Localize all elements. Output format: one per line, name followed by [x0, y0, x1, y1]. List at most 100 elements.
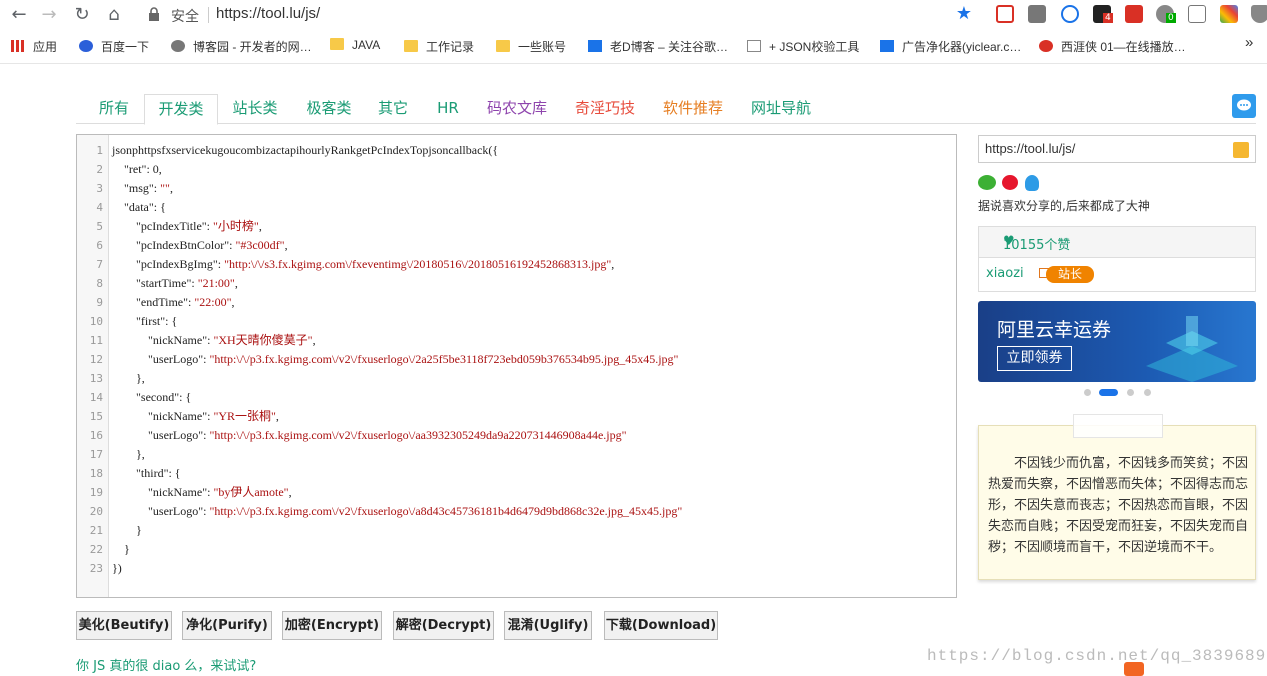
code-line[interactable]: "pcIndexBtnColor": "#3c00df", [112, 236, 288, 255]
bookmark-star-icon[interactable]: ★ [956, 3, 972, 24]
code-line[interactable]: "userLogo": "http:\/\/p3.fx.kgimg.com\/v… [112, 350, 678, 369]
gmail-icon[interactable] [996, 5, 1014, 23]
code-line[interactable]: "second": { [112, 388, 191, 407]
line-number: 15 [89, 410, 103, 423]
beautify-button[interactable]: 美化(Beutify) [76, 611, 172, 640]
send-icon[interactable] [1188, 5, 1206, 23]
code-line[interactable]: "msg": "", [112, 179, 173, 198]
chat-icon[interactable] [1232, 94, 1256, 118]
ad-banner[interactable]: 阿里云幸运券 立即领券 [978, 301, 1256, 382]
url-text[interactable]: https://tool.lu/js/ [216, 5, 320, 22]
download-icon[interactable] [1028, 5, 1046, 23]
quote-text: 不因钱少而仇富，不因钱多而笑贫；不因热爱而失察，不因憎恶而失体；不因得志而忘形，… [988, 456, 1249, 555]
home-icon[interactable]: ⌂ [103, 4, 125, 26]
try-link[interactable]: 你 JS 真的很 diao 么，来试试? [76, 655, 256, 674]
line-number: 23 [89, 562, 103, 575]
code-line[interactable]: }, [112, 445, 145, 464]
code-line[interactable]: "endTime": "22:00", [112, 293, 235, 312]
encrypt-button[interactable]: 加密(Encrypt) [282, 611, 382, 640]
code-line[interactable]: "data": { [112, 198, 166, 217]
code-token: "ret": 0, [112, 162, 162, 176]
code-token: "nickName": [112, 333, 214, 347]
code-line[interactable]: "userLogo": "http:\/\/p3.fx.kgimg.com\/v… [112, 502, 682, 521]
wechat-icon[interactable] [978, 175, 996, 190]
line-number: 6 [96, 239, 103, 252]
bookmark-adblock[interactable]: 广告净化器(yiclear.c… [880, 38, 1021, 55]
shield-icon[interactable] [1251, 5, 1267, 23]
google-icon[interactable] [1220, 5, 1238, 23]
back-icon[interactable]: ← [8, 4, 30, 26]
bookmark-work[interactable]: 工作记录 [404, 38, 474, 55]
qq-icon[interactable] [1025, 175, 1039, 191]
forward-icon[interactable]: → [38, 4, 60, 26]
purify-button[interactable]: 净化(Purify) [182, 611, 272, 640]
carousel-dot[interactable] [1084, 389, 1091, 396]
code-token: , [312, 333, 316, 347]
code-line[interactable]: "nickName": "XH天晴你傻茣子", [112, 331, 316, 350]
lock-icon [149, 7, 159, 21]
share-url-box[interactable]: https://tool.lu/js/ [978, 135, 1256, 163]
bookmark-java[interactable]: JAVA [330, 38, 380, 52]
likes-panel: ♥ 10155个赞 xiaozi 站长 [978, 226, 1256, 292]
tab-hr[interactable]: HR [430, 94, 466, 124]
code-line[interactable]: "pcIndexBgImg": "http:\/\/s3.fx.kgimg.co… [112, 255, 614, 274]
code-token: "data": { [112, 200, 166, 214]
bookmark-apps[interactable]: 应用 [11, 38, 57, 55]
tab-geek[interactable]: 极客类 [298, 94, 360, 124]
tab-tricks[interactable]: 奇淫巧技 [568, 94, 642, 124]
tab-other[interactable]: 其它 [370, 94, 416, 124]
bookmark-cnblogs[interactable]: 博客园 - 开发者的网… [171, 38, 312, 55]
tape-decoration [1073, 414, 1163, 438]
bookmark-accounts[interactable]: 一些账号 [496, 38, 566, 55]
extension-icon[interactable]: 4 [1093, 5, 1113, 23]
line-number: 8 [96, 277, 103, 290]
tab-navigation[interactable]: 网址导航 [744, 94, 818, 124]
ime-icon[interactable] [1124, 662, 1144, 676]
code-token: , [611, 257, 615, 271]
carousel-dot[interactable] [1144, 389, 1151, 396]
code-line[interactable]: "first": { [112, 312, 177, 331]
code-line[interactable]: "nickName": "YR一张桐", [112, 407, 279, 426]
code-line[interactable]: }) [112, 559, 122, 578]
bookmark-label: 博客园 - 开发者的网… [193, 40, 312, 54]
code-line[interactable]: "pcIndexTitle": "小时榜", [112, 217, 262, 236]
code-line[interactable]: }, [112, 369, 145, 388]
bookmarks-more[interactable]: » [1245, 34, 1253, 51]
feather-icon[interactable] [1061, 5, 1079, 23]
weibo-icon[interactable] [1002, 175, 1018, 190]
bookmark-video[interactable]: 西涯侠 01—在线播放… [1039, 38, 1186, 55]
download-button[interactable]: 下载(Download) [604, 611, 718, 640]
code-line[interactable]: "startTime": "21:00", [112, 274, 238, 293]
reload-icon[interactable]: ↻ [71, 4, 93, 26]
code-line[interactable]: "userLogo": "http:\/\/p3.fx.kgimg.com\/v… [112, 426, 627, 445]
uglify-button[interactable]: 混淆(Uglify) [504, 611, 592, 640]
bookmark-json[interactable]: + JSON校验工具 [747, 38, 859, 55]
carousel-dot-active[interactable] [1099, 389, 1118, 396]
bookmark-laod[interactable]: 老D博客 – 关注谷歌… [588, 38, 728, 55]
tab-software[interactable]: 软件推荐 [656, 94, 730, 124]
ad-button[interactable]: 立即领券 [997, 346, 1072, 371]
tab-library[interactable]: 码农文库 [480, 94, 554, 124]
play-icon[interactable]: 0 [1156, 5, 1176, 23]
decrypt-button[interactable]: 解密(Decrypt) [393, 611, 494, 640]
likes-header: ♥ 10155个赞 [979, 227, 1255, 258]
adblock-icon[interactable] [1125, 5, 1143, 23]
code-line[interactable]: "nickName": "by伊人amote", [112, 483, 292, 502]
code-line[interactable]: } [112, 521, 142, 540]
tab-all[interactable]: 所有 [84, 94, 144, 124]
author-link[interactable]: xiaozi [986, 266, 1024, 281]
code-editor[interactable]: 1 2 3 4 5 6 7 8 9 10 11 12 13 14 15 16 17 18 19 20 21 22 23 js… [76, 134, 957, 598]
adblock-icon [880, 40, 894, 52]
apps-icon [11, 40, 25, 52]
code-line[interactable]: } [112, 540, 130, 559]
carousel-dot[interactable] [1127, 389, 1134, 396]
code-line[interactable]: "third": { [112, 464, 181, 483]
code-line[interactable]: "ret": 0, [112, 160, 162, 179]
bookmark-baidu[interactable]: 百度一下 [79, 38, 149, 55]
share-url[interactable]: https://tool.lu/js/ [985, 141, 1075, 156]
code-line[interactable]: jsonphttpsfxservicekugoucombizactapihour… [112, 141, 498, 160]
address-bar[interactable]: 安全 https://tool.lu/js/ ★ [138, 3, 980, 27]
tag-icon[interactable] [1233, 142, 1249, 158]
tab-webmaster[interactable]: 站长类 [224, 94, 286, 124]
tab-dev[interactable]: 开发类 [144, 94, 218, 125]
